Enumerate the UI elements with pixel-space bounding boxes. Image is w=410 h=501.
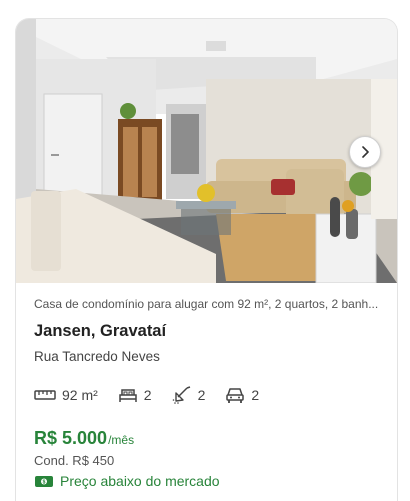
feature-area: 92 m² [34,387,98,403]
listing-street: Rua Tancredo Neves [34,349,160,364]
chevron-right-icon [362,146,369,158]
listing-features: 92 m² 2 2 2 [34,386,384,404]
feature-area-value: 92 m² [62,387,98,403]
money-icon: $ [35,476,53,487]
feature-bedrooms-value: 2 [143,387,152,403]
shower-icon [172,386,190,404]
listing-info: Casa de condomínio para alugar com 92 m²… [34,283,384,489]
next-photo-button[interactable] [349,136,381,168]
feature-bathrooms: 2 [172,386,206,404]
rent-price: R$ 5.000 [34,428,108,448]
listing-photo[interactable] [16,19,397,283]
feature-bathrooms-value: 2 [197,387,206,403]
car-icon [226,388,245,403]
listing-neighborhood-city[interactable]: Jansen, Gravataí [34,322,384,341]
condo-fee: Cond. R$ 450 [34,453,115,468]
below-market-badge: $ Preço abaixo do mercado [34,473,384,489]
listing-description[interactable]: Casa de condomínio para alugar com 92 m²… [34,297,379,311]
below-market-label: Preço abaixo do mercado [60,473,220,489]
rent-period: /mês [108,433,135,447]
bed-icon [119,389,137,402]
feature-parking: 2 [225,386,259,404]
price-row: R$ 5.000 /mês [34,428,384,449]
listing-card[interactable]: Casa de condomínio para alugar com 92 m²… [15,18,398,501]
feature-parking-value: 2 [251,387,260,403]
ruler-icon [34,390,56,400]
svg-text:$: $ [43,480,46,486]
feature-bedrooms: 2 [118,387,152,403]
